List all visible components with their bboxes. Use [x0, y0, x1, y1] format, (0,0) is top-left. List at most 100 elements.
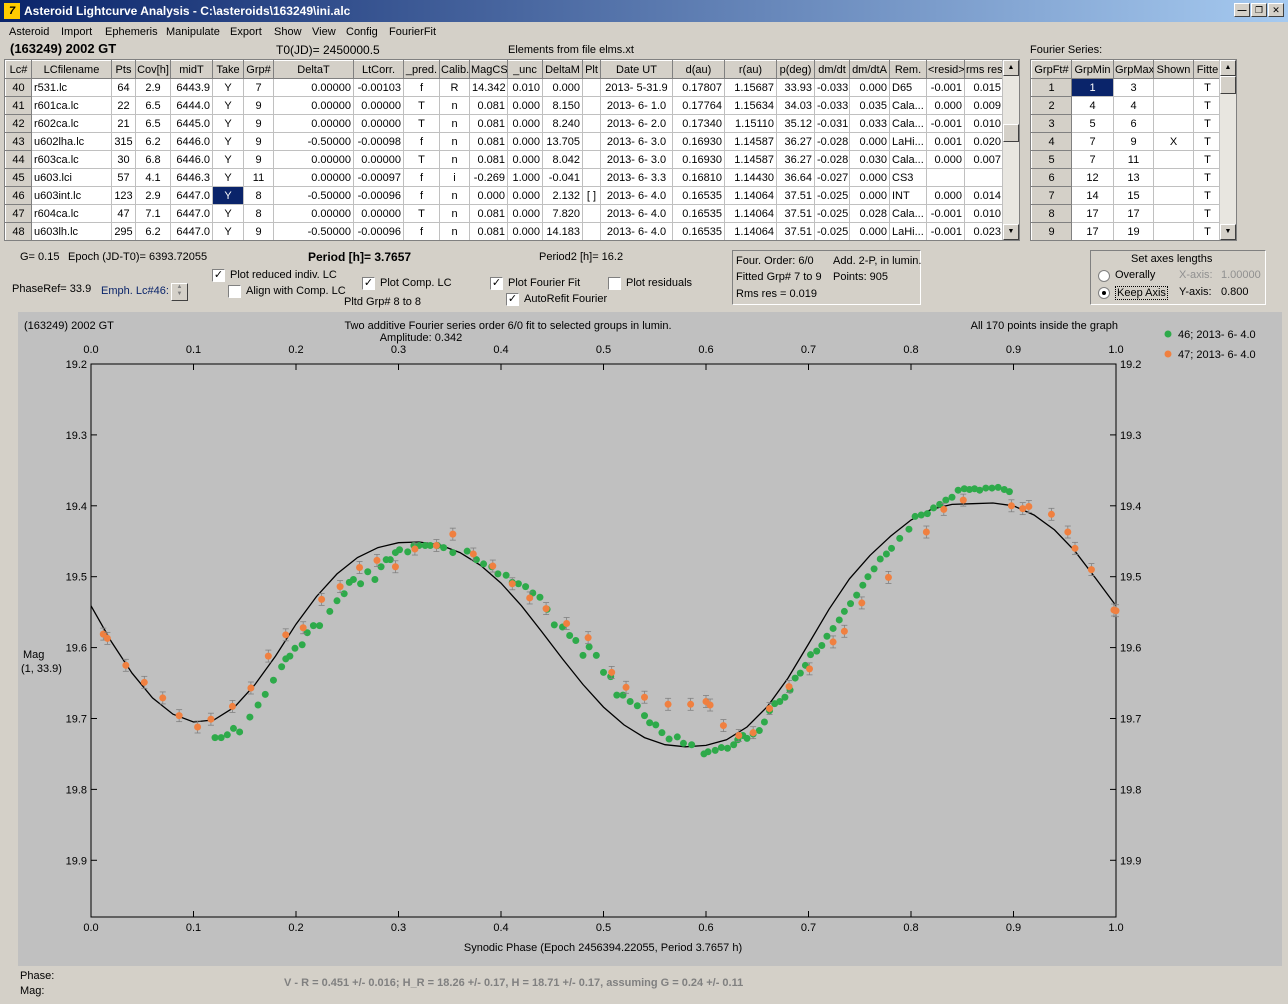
table-cell[interactable]: 0.00000 — [353, 96, 404, 115]
data-point-lc46[interactable] — [291, 644, 299, 652]
data-point-lc46[interactable] — [217, 734, 225, 742]
table-cell[interactable]: 37.51 — [776, 222, 815, 240]
data-point-lc46[interactable] — [829, 624, 837, 632]
data-point-lc47[interactable] — [1047, 510, 1055, 518]
data-point-lc46[interactable] — [229, 724, 237, 732]
data-point-lc46[interactable] — [835, 616, 843, 624]
table-cell[interactable]: 1.000 — [507, 168, 543, 187]
table-cell[interactable]: 2013- 6- 3.0 — [600, 132, 673, 151]
data-point-lc46[interactable] — [646, 719, 654, 727]
data-point-lc46[interactable] — [760, 718, 768, 726]
table-cell[interactable]: 0.000 — [507, 150, 543, 169]
lc-col-header[interactable]: Take — [212, 60, 244, 79]
table-cell[interactable]: r603ca.lc — [31, 150, 112, 169]
table-cell[interactable]: -0.50000 — [273, 222, 354, 240]
lc-col-header[interactable]: Cov[h] — [135, 60, 171, 79]
row-header[interactable]: 2 — [1031, 96, 1072, 115]
table-cell[interactable]: 0.000 — [849, 78, 890, 97]
table-cell[interactable]: 2013- 6- 2.0 — [600, 114, 673, 133]
table-cell[interactable]: 0.00000 — [273, 150, 354, 169]
data-point-lc47[interactable] — [735, 732, 743, 740]
table-cell[interactable]: 1.15687 — [724, 78, 777, 97]
table-cell[interactable]: 0.009 — [964, 96, 1004, 115]
table-cell[interactable]: 0.081 — [469, 114, 508, 133]
table-cell[interactable]: 17 — [1071, 222, 1114, 240]
table-cell[interactable]: u602lha.lc — [31, 132, 112, 151]
data-point-lc47[interactable] — [563, 619, 571, 627]
table-cell[interactable]: 0.000 — [926, 150, 965, 169]
data-point-lc47[interactable] — [829, 638, 837, 646]
table-row[interactable]: 6 12 13 T — [1031, 168, 1222, 187]
table-cell[interactable]: Y — [212, 114, 244, 133]
scroll-thumb[interactable] — [1003, 124, 1019, 142]
data-point-lc46[interactable] — [494, 570, 502, 578]
data-point-lc47[interactable] — [122, 661, 130, 669]
data-point-lc47[interactable] — [622, 683, 630, 691]
table-cell[interactable]: 0.00000 — [273, 204, 354, 223]
table-cell[interactable]: 0.000 — [507, 96, 543, 115]
data-point-lc47[interactable] — [264, 652, 272, 660]
table-cell[interactable]: 0.081 — [469, 132, 508, 151]
table-cell[interactable]: 1.15110 — [724, 114, 777, 133]
table-cell[interactable]: 30 — [111, 150, 136, 169]
plot-reduced-checkbox[interactable]: ✓ — [212, 269, 225, 282]
table-cell[interactable]: 0.035 — [849, 96, 890, 115]
data-point-lc46[interactable] — [840, 607, 848, 615]
table-cell[interactable]: T — [1193, 168, 1222, 187]
data-point-lc46[interactable] — [550, 621, 558, 629]
row-header[interactable]: 44 — [5, 150, 32, 169]
table-cell[interactable]: 0.000 — [542, 78, 583, 97]
table-cell[interactable]: 0.17807 — [672, 78, 725, 97]
menu-asteroid[interactable]: Asteroid — [9, 26, 49, 38]
row-header[interactable]: 42 — [5, 114, 32, 133]
table-cell[interactable] — [582, 114, 601, 133]
data-point-lc46[interactable] — [316, 622, 324, 630]
table-cell[interactable]: 35.12 — [776, 114, 815, 133]
data-point-lc46[interactable] — [592, 651, 600, 659]
table-cell[interactable]: 0.00000 — [353, 204, 404, 223]
table-cell[interactable]: 0.000 — [926, 96, 965, 115]
table-cell[interactable]: 0.00000 — [273, 114, 354, 133]
table-cell[interactable] — [1153, 114, 1194, 133]
scroll-down-arrow-icon[interactable]: ▼ — [1003, 224, 1019, 240]
data-point-lc46[interactable] — [888, 544, 896, 552]
table-cell[interactable]: 4 — [1071, 96, 1114, 115]
table-cell[interactable]: n — [439, 186, 470, 205]
table-cell[interactable]: -0.033 — [814, 96, 850, 115]
data-point-lc47[interactable] — [1112, 607, 1120, 615]
data-point-lc46[interactable] — [853, 591, 861, 599]
table-cell[interactable]: 1 — [1071, 78, 1114, 97]
row-header[interactable]: 40 — [5, 78, 32, 97]
table-cell[interactable]: 0.000 — [507, 114, 543, 133]
table-cell[interactable]: 15 — [1113, 186, 1154, 205]
table-cell[interactable]: 6.8 — [135, 150, 171, 169]
data-point-lc46[interactable] — [254, 701, 262, 709]
table-row[interactable]: 40 r531.lc 64 2.9 6443.9 Y 7 0.00000 -0.00103 f R 1… — [5, 78, 1004, 97]
data-point-lc46[interactable] — [781, 693, 789, 701]
table-row[interactable]: 113T — [1031, 78, 1222, 97]
data-point-lc46[interactable] — [286, 652, 294, 660]
table-cell[interactable]: 6447.0 — [170, 186, 213, 205]
close-button[interactable]: ✕ — [1268, 3, 1284, 17]
data-point-lc46[interactable] — [859, 581, 867, 589]
table-cell[interactable]: 7.1 — [135, 204, 171, 223]
lc-col-header[interactable]: dm/dt — [814, 60, 850, 79]
lc-table-scrollbar[interactable]: ▲ ▼ — [1002, 60, 1019, 240]
data-point-lc47[interactable] — [336, 583, 344, 591]
fourier-col-header[interactable]: GrpFt# — [1031, 60, 1072, 79]
table-cell[interactable]: 0.16535 — [672, 222, 725, 240]
table-cell[interactable]: -0.00097 — [353, 168, 404, 187]
table-cell[interactable]: Y — [212, 168, 244, 187]
data-point-lc47[interactable] — [584, 634, 592, 642]
data-point-lc47[interactable] — [922, 528, 930, 536]
table-cell[interactable]: 0.001 — [926, 132, 965, 151]
table-cell[interactable]: Y — [212, 204, 244, 223]
table-cell[interactable]: T — [1193, 132, 1222, 151]
data-point-lc47[interactable] — [1087, 566, 1095, 574]
table-cell[interactable]: T — [403, 114, 440, 133]
table-cell[interactable]: u603.lci — [31, 168, 112, 187]
row-header[interactable]: 3 — [1031, 114, 1072, 133]
table-cell[interactable]: 33.93 — [776, 78, 815, 97]
table-cell[interactable]: -0.269 — [469, 168, 508, 187]
table-cell[interactable]: 6447.0 — [170, 204, 213, 223]
